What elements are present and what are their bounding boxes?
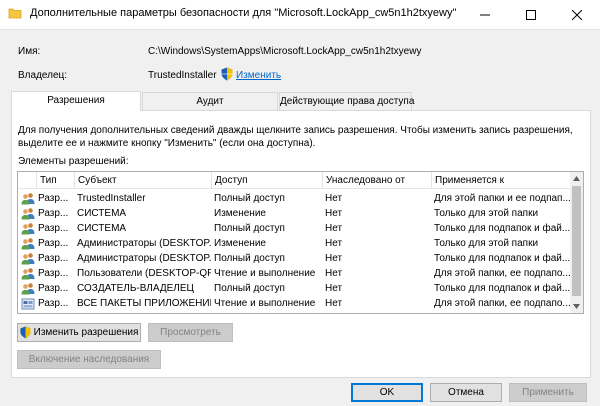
users-icon — [21, 268, 35, 280]
cell-subject: СИСТЕМА — [77, 208, 127, 219]
cell-subject: СИСТЕМА — [77, 223, 127, 234]
column-type[interactable]: Тип — [36, 172, 74, 189]
enable-inheritance-button[interactable]: Включение наследования — [17, 350, 161, 369]
cell-subject: Пользователи (DESKTOP-QF... — [77, 268, 211, 279]
users-icon — [21, 193, 35, 205]
cell-access: Чтение и выполнение — [214, 298, 316, 309]
cell-subject: Администраторы (DESKTOP... — [77, 238, 211, 249]
table-row[interactable]: Разр... TrustedInstaller Полный доступ Нет Д… — [18, 191, 570, 206]
minimize-icon — [480, 14, 490, 16]
permission-entries-label: Элементы разрешений: — [18, 156, 129, 167]
uac-shield-icon — [20, 326, 31, 339]
uac-shield-icon — [221, 67, 233, 81]
permissions-description: Для получения дополнительных сведений дв… — [18, 125, 573, 149]
users-icon — [21, 223, 35, 235]
column-applies-to[interactable]: Применяется к — [431, 172, 570, 189]
cell-applies-to: Для этой папки и ее подпап... — [434, 193, 570, 204]
close-button[interactable] — [554, 0, 600, 30]
cell-access: Чтение и выполнение — [214, 268, 316, 279]
cell-access: Полный доступ — [214, 223, 285, 234]
cell-subject: TrustedInstaller — [77, 193, 146, 204]
cell-type: Разр... — [38, 238, 69, 249]
cell-subject: СОЗДАТЕЛЬ-ВЛАДЕЛЕЦ — [77, 283, 194, 294]
users-icon — [21, 283, 35, 295]
window-title: Дополнительные параметры безопасности дл… — [30, 7, 457, 19]
apply-button[interactable]: Применить — [509, 383, 587, 402]
users-icon — [21, 238, 35, 250]
name-label: Имя: — [18, 46, 41, 57]
cell-type: Разр... — [38, 298, 69, 309]
cell-inherited-from: Нет — [325, 223, 343, 234]
cell-applies-to: Только для этой папки — [434, 208, 539, 219]
maximize-button[interactable] — [508, 0, 554, 30]
cell-type: Разр... — [38, 268, 69, 279]
tab-permissions-label: Разрешения — [47, 95, 105, 106]
package-icon — [21, 298, 35, 310]
tab-audit[interactable]: Аудит — [142, 92, 278, 110]
change-permissions-button[interactable]: Изменить разрешения — [17, 323, 141, 342]
cell-applies-to: Для этой папки, ее подпапо... — [434, 268, 570, 279]
table-row[interactable]: Разр... Администраторы (DESKTOP... Полный … — [18, 251, 570, 266]
cell-inherited-from: Нет — [325, 283, 343, 294]
cell-inherited-from: Нет — [325, 208, 343, 219]
table-row[interactable]: Разр... Администраторы (DESKTOP... Изменен… — [18, 236, 570, 251]
scrollbar-thumb[interactable] — [572, 186, 581, 296]
cell-type: Разр... — [38, 193, 69, 204]
cell-inherited-from: Нет — [325, 238, 343, 249]
change-permissions-label: Изменить разрешения — [33, 327, 139, 338]
cell-type: Разр... — [38, 223, 69, 234]
folder-icon — [8, 8, 22, 19]
cell-type: Разр... — [38, 283, 69, 294]
close-icon — [572, 10, 582, 20]
cell-access: Полный доступ — [214, 253, 285, 264]
permission-entries-list[interactable]: Тип Субъект Доступ Унаследовано от Приме… — [17, 171, 584, 314]
column-subject[interactable]: Субъект — [74, 172, 211, 189]
minimize-button[interactable] — [462, 0, 508, 30]
cell-inherited-from: Нет — [325, 298, 343, 309]
change-owner-link[interactable]: Изменить — [236, 70, 281, 81]
cell-subject: ВСЕ ПАКЕТЫ ПРИЛОЖЕНИЙ — [77, 298, 211, 309]
table-row[interactable]: Разр... ВСЕ ПАКЕТЫ ПРИЛОЖЕНИЙ Чтение и вып… — [18, 296, 570, 311]
cell-applies-to: Для этой папки, ее подпапо... — [434, 298, 570, 309]
scroll-up-icon[interactable] — [573, 176, 580, 181]
ok-button[interactable]: OK — [351, 383, 423, 402]
table-row[interactable]: Разр... СИСТЕМА Изменение Нет Только для это… — [18, 206, 570, 221]
cell-access: Полный доступ — [214, 193, 285, 204]
table-row[interactable]: Разр... СОЗДАТЕЛЬ-ВЛАДЕЛЕЦ Полный доступ Не… — [18, 281, 570, 296]
title-bar: Дополнительные параметры безопасности дл… — [0, 0, 600, 30]
column-inherited-from[interactable]: Унаследовано от — [322, 172, 431, 189]
cell-inherited-from: Нет — [325, 193, 343, 204]
cell-access: Изменение — [214, 238, 266, 249]
view-button[interactable]: Просмотреть — [148, 323, 233, 342]
scroll-down-icon[interactable] — [573, 304, 580, 309]
cell-applies-to: Только для подпапок и фай... — [434, 223, 570, 234]
column-access[interactable]: Доступ — [211, 172, 322, 189]
users-icon — [21, 208, 35, 220]
cell-inherited-from: Нет — [325, 253, 343, 264]
cell-access: Изменение — [214, 208, 266, 219]
owner-value: TrustedInstaller — [148, 70, 217, 81]
tab-audit-label: Аудит — [196, 96, 224, 107]
vertical-scrollbar[interactable] — [570, 172, 583, 313]
cell-subject: Администраторы (DESKTOP... — [77, 253, 211, 264]
users-icon — [21, 253, 35, 265]
cell-inherited-from: Нет — [325, 268, 343, 279]
tab-effective-access-label: Действующие права доступа — [280, 96, 415, 107]
table-row[interactable]: Разр... СИСТЕМА Полный доступ Нет Только для… — [18, 221, 570, 236]
tab-effective-access[interactable]: Действующие права доступа — [279, 92, 415, 110]
cell-applies-to: Только для подпапок и фай... — [434, 253, 570, 264]
owner-label: Владелец: — [18, 70, 68, 81]
cell-applies-to: Только для этой папки — [434, 238, 539, 249]
cell-access: Полный доступ — [214, 283, 285, 294]
tab-permissions[interactable]: Разрешения — [11, 91, 141, 111]
list-header: Тип Субъект Доступ Унаследовано от Приме… — [18, 172, 570, 189]
cell-applies-to: Только для подпапок и фай... — [434, 283, 570, 294]
cancel-button[interactable]: Отмена — [430, 383, 502, 402]
name-value: C:\Windows\SystemApps\Microsoft.LockApp_… — [148, 46, 422, 57]
table-row[interactable]: Разр... Пользователи (DESKTOP-QF... Чтение… — [18, 266, 570, 281]
cell-type: Разр... — [38, 208, 69, 219]
maximize-icon — [526, 10, 536, 20]
cell-type: Разр... — [38, 253, 69, 264]
